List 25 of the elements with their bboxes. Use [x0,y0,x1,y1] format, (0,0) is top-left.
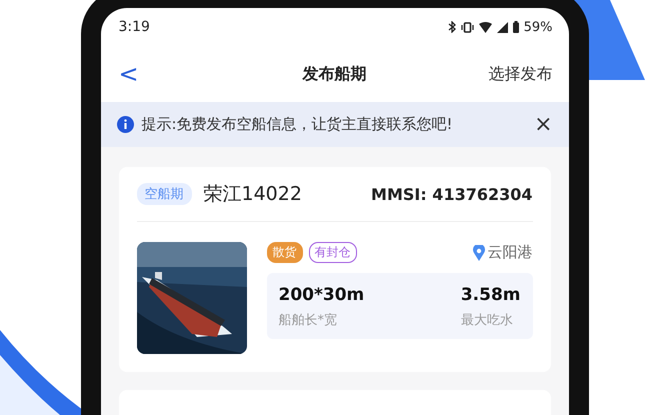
back-button[interactable]: < [118,60,139,88]
spec-label: 船舶长*宽 [278,312,338,329]
schedule-badge: 空船期 [136,183,192,205]
port-name: 云阳港 [488,243,532,262]
select-publish-button[interactable]: 选择发布 [488,64,552,84]
signal-icon [496,22,508,32]
spec-value: 3.58m [460,285,520,305]
battery-percent: 59% [524,20,552,34]
spec-label: 最大吃水 [460,312,513,329]
ship-card[interactable]: 空船期 荣江14022 MMSI: 413762304 散货 有封仓 云阳港 200*30m 船舶长*宽 3.58m 最大吃水 [118,167,550,372]
info-icon [116,116,134,133]
cargo-tag: 散货 [266,242,302,263]
wifi-icon [478,22,492,32]
cargo-tag: 有封仓 [308,242,356,263]
mmsi-text: MMSI: 413762304 [371,184,532,204]
battery-icon [512,21,519,33]
status-time: 3:19 [118,19,150,35]
close-button[interactable]: × [534,112,552,137]
spec-value: 200*30m [278,285,364,305]
notice-text: 提示:免费发布空船信息，让货主直接联系您吧! [142,115,454,134]
location-pin-icon [472,244,484,260]
vibrate-icon [460,22,474,32]
page-title: 发布船期 [302,64,366,84]
ship-name: 荣江14022 [204,182,303,207]
bluetooth-icon [448,21,456,33]
